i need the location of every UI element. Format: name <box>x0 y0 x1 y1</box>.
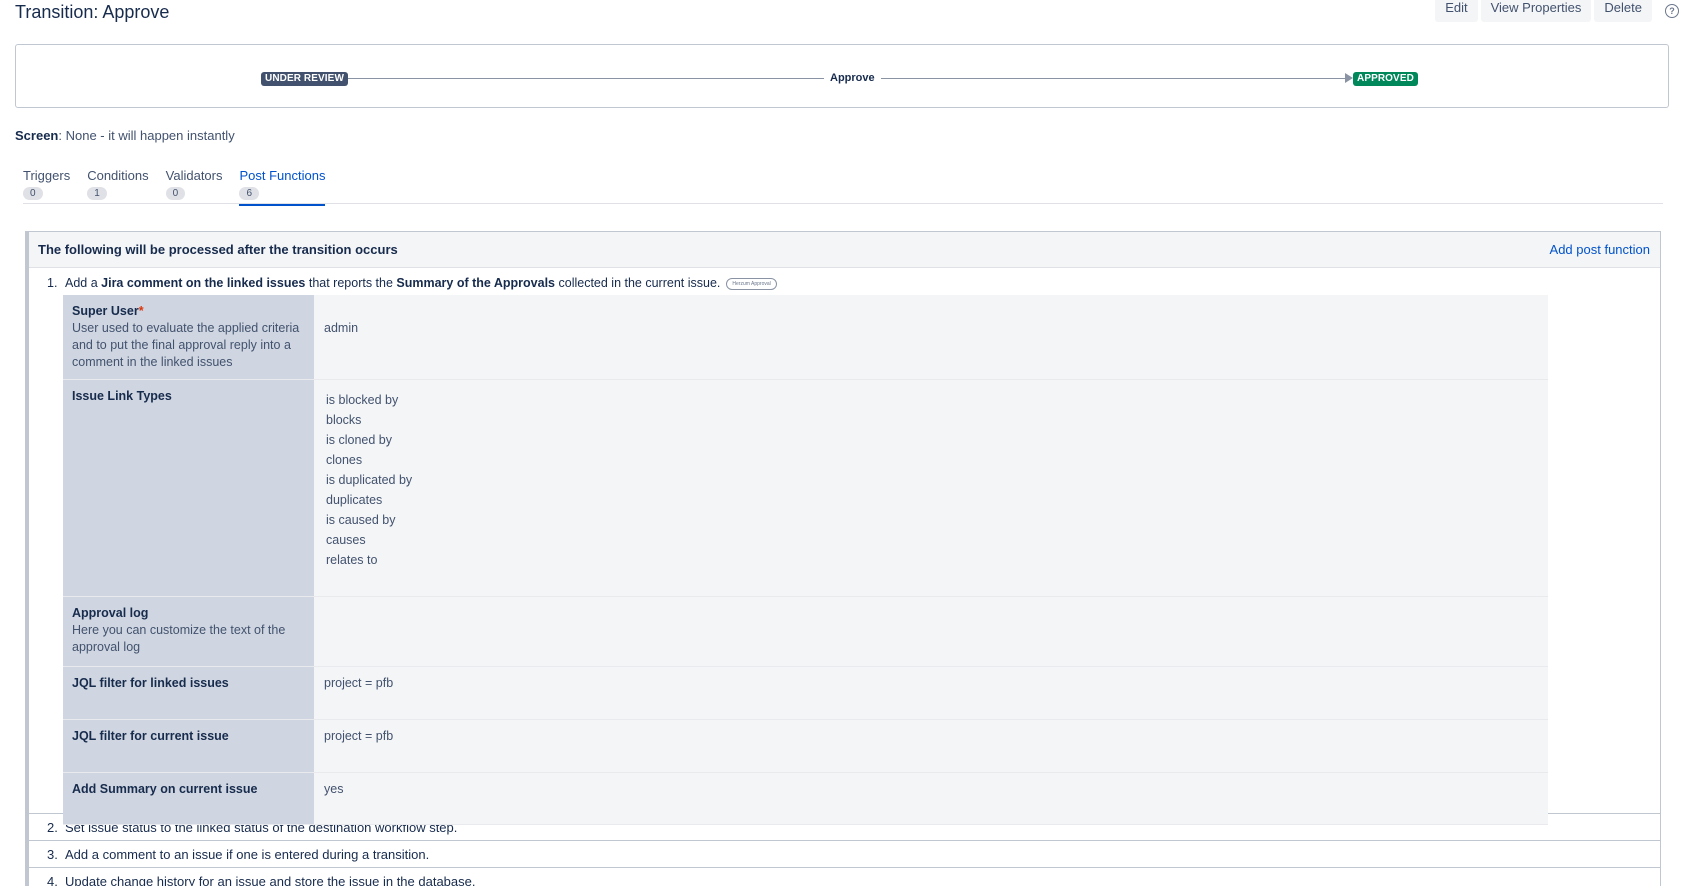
tabs-divider <box>23 203 1663 204</box>
screen-value: : None - it will happen instantly <box>58 128 235 143</box>
screen-info: Screen: None - it will happen instantly <box>15 128 235 143</box>
list-item: is duplicated by <box>326 473 413 487</box>
config-row-super-user: Super User* User used to evaluate the ap… <box>63 295 1548 380</box>
list-item: is caused by <box>326 513 396 527</box>
config-key-title: Issue Link Types <box>72 389 172 403</box>
config-row-add-summary: Add Summary on current issue yes <box>63 772 1548 825</box>
tab-count-badge: 0 <box>165 187 186 200</box>
plugin-badge: Herzum Approval <box>726 277 777 290</box>
config-key: Super User* User used to evaluate the ap… <box>63 295 314 380</box>
post-function-text: Add a comment to an issue if one is ente… <box>65 847 430 862</box>
desc-bold: Jira comment on the linked issues <box>101 276 306 290</box>
post-function-item: 3. Add a comment to an issue if one is en… <box>29 841 1660 868</box>
tab-post-functions[interactable]: Post Functions 6 <box>239 168 326 206</box>
config-key-title: JQL filter for linked issues <box>72 676 229 690</box>
list-item: relates to <box>326 553 378 567</box>
desc-bold: Summary of the Approvals <box>396 276 556 290</box>
post-functions-panel: The following will be processed after th… <box>25 231 1661 886</box>
tab-label: Triggers <box>23 168 71 183</box>
tabs: Triggers 0 Conditions 1 Validators 0 Pos… <box>23 168 326 206</box>
config-key: JQL filter for linked issues <box>63 666 314 720</box>
required-marker: * <box>138 304 144 318</box>
list-item: clones <box>326 453 363 467</box>
desc-text: Add a <box>65 276 102 290</box>
config-value: project = pfb <box>314 666 1548 720</box>
page-title: Transition: Approve <box>15 2 170 22</box>
panel-header: The following will be processed after th… <box>29 232 1660 268</box>
post-function-description: 1. Add a Jira comment on the linked issue… <box>47 276 1660 290</box>
arrow-right-icon <box>1345 73 1353 83</box>
add-post-function-link[interactable]: Add post function <box>1550 242 1650 257</box>
delete-button[interactable]: Delete <box>1594 0 1652 22</box>
post-function-item: 1. Add a Jira comment on the linked issue… <box>29 268 1660 825</box>
tab-triggers[interactable]: Triggers 0 <box>23 168 70 206</box>
connector-line-left <box>338 78 824 79</box>
post-function-text: Update change history for an issue and s… <box>65 874 476 886</box>
top-actions: Edit View Properties Delete ? <box>1435 0 1679 22</box>
connector-line-right <box>876 78 1346 79</box>
tab-count-badge: 1 <box>87 187 107 200</box>
config-key-desc: Here you can customize the text of the a… <box>72 623 286 654</box>
tab-count-badge: 0 <box>23 187 43 200</box>
desc-text: collected in the current issue. <box>555 276 721 290</box>
list-item: causes <box>326 533 366 547</box>
config-value: is blocked by blocks is cloned by clones… <box>314 379 1548 597</box>
config-key-title: Add Summary on current issue <box>72 782 258 796</box>
config-value: project = pfb <box>314 719 1548 773</box>
config-key: Approval log Here you can customize the … <box>63 596 314 667</box>
config-value <box>314 596 1548 667</box>
desc-text: that reports the <box>305 276 397 290</box>
edit-button[interactable]: Edit <box>1435 0 1478 22</box>
help-icon[interactable]: ? <box>1665 4 1679 18</box>
tab-count-badge: 6 <box>239 187 260 200</box>
tab-label: Validators <box>165 168 223 183</box>
tab-conditions[interactable]: Conditions 1 <box>87 168 149 206</box>
config-row-link-types: Issue Link Types is blocked by blocks is… <box>63 379 1548 597</box>
transition-diagram: UNDER REVIEW Approve APPROVED <box>15 44 1669 108</box>
status-lozenge-from: UNDER REVIEW <box>261 72 348 86</box>
list-item: blocks <box>326 413 362 427</box>
config-key-title: Super User* <box>72 303 305 320</box>
screen-label: Screen <box>15 128 59 143</box>
config-key: Add Summary on current issue <box>63 772 314 825</box>
config-value: admin <box>314 295 1548 380</box>
list-item: is blocked by <box>326 393 399 407</box>
config-key-title: JQL filter for current issue <box>72 729 229 743</box>
list-item: duplicates <box>326 493 383 507</box>
tab-label: Post Functions <box>239 168 326 183</box>
config-row-jql-linked: JQL filter for linked issues project = p… <box>63 666 1548 720</box>
tab-validators[interactable]: Validators 0 <box>165 168 223 206</box>
post-function-item: 4. Update change history for an issue and… <box>29 868 1660 886</box>
view-properties-button[interactable]: View Properties <box>1480 0 1592 22</box>
config-value: yes <box>314 772 1548 825</box>
item-number: 4. <box>47 874 58 886</box>
config-row-jql-current: JQL filter for current issue project = p… <box>63 719 1548 773</box>
config-key-desc: User used to evaluate the applied criter… <box>72 321 300 369</box>
panel-title: The following will be processed after th… <box>38 242 398 257</box>
item-number: 1. <box>47 276 58 290</box>
config-key: Issue Link Types <box>63 379 314 597</box>
config-row-approval-log: Approval log Here you can customize the … <box>63 596 1548 667</box>
config-table: Super User* User used to evaluate the ap… <box>63 295 1548 825</box>
config-key: JQL filter for current issue <box>63 719 314 773</box>
config-key-label: Super User <box>72 304 139 318</box>
tab-label: Conditions <box>87 168 149 183</box>
link-types-list: is blocked by blocks is cloned by clones… <box>324 388 1538 570</box>
item-number: 3. <box>47 847 58 862</box>
config-key-title: Approval log <box>72 606 149 620</box>
transition-name: Approve <box>824 72 881 84</box>
status-lozenge-to: APPROVED <box>1353 72 1418 86</box>
list-item: is cloned by <box>326 433 393 447</box>
